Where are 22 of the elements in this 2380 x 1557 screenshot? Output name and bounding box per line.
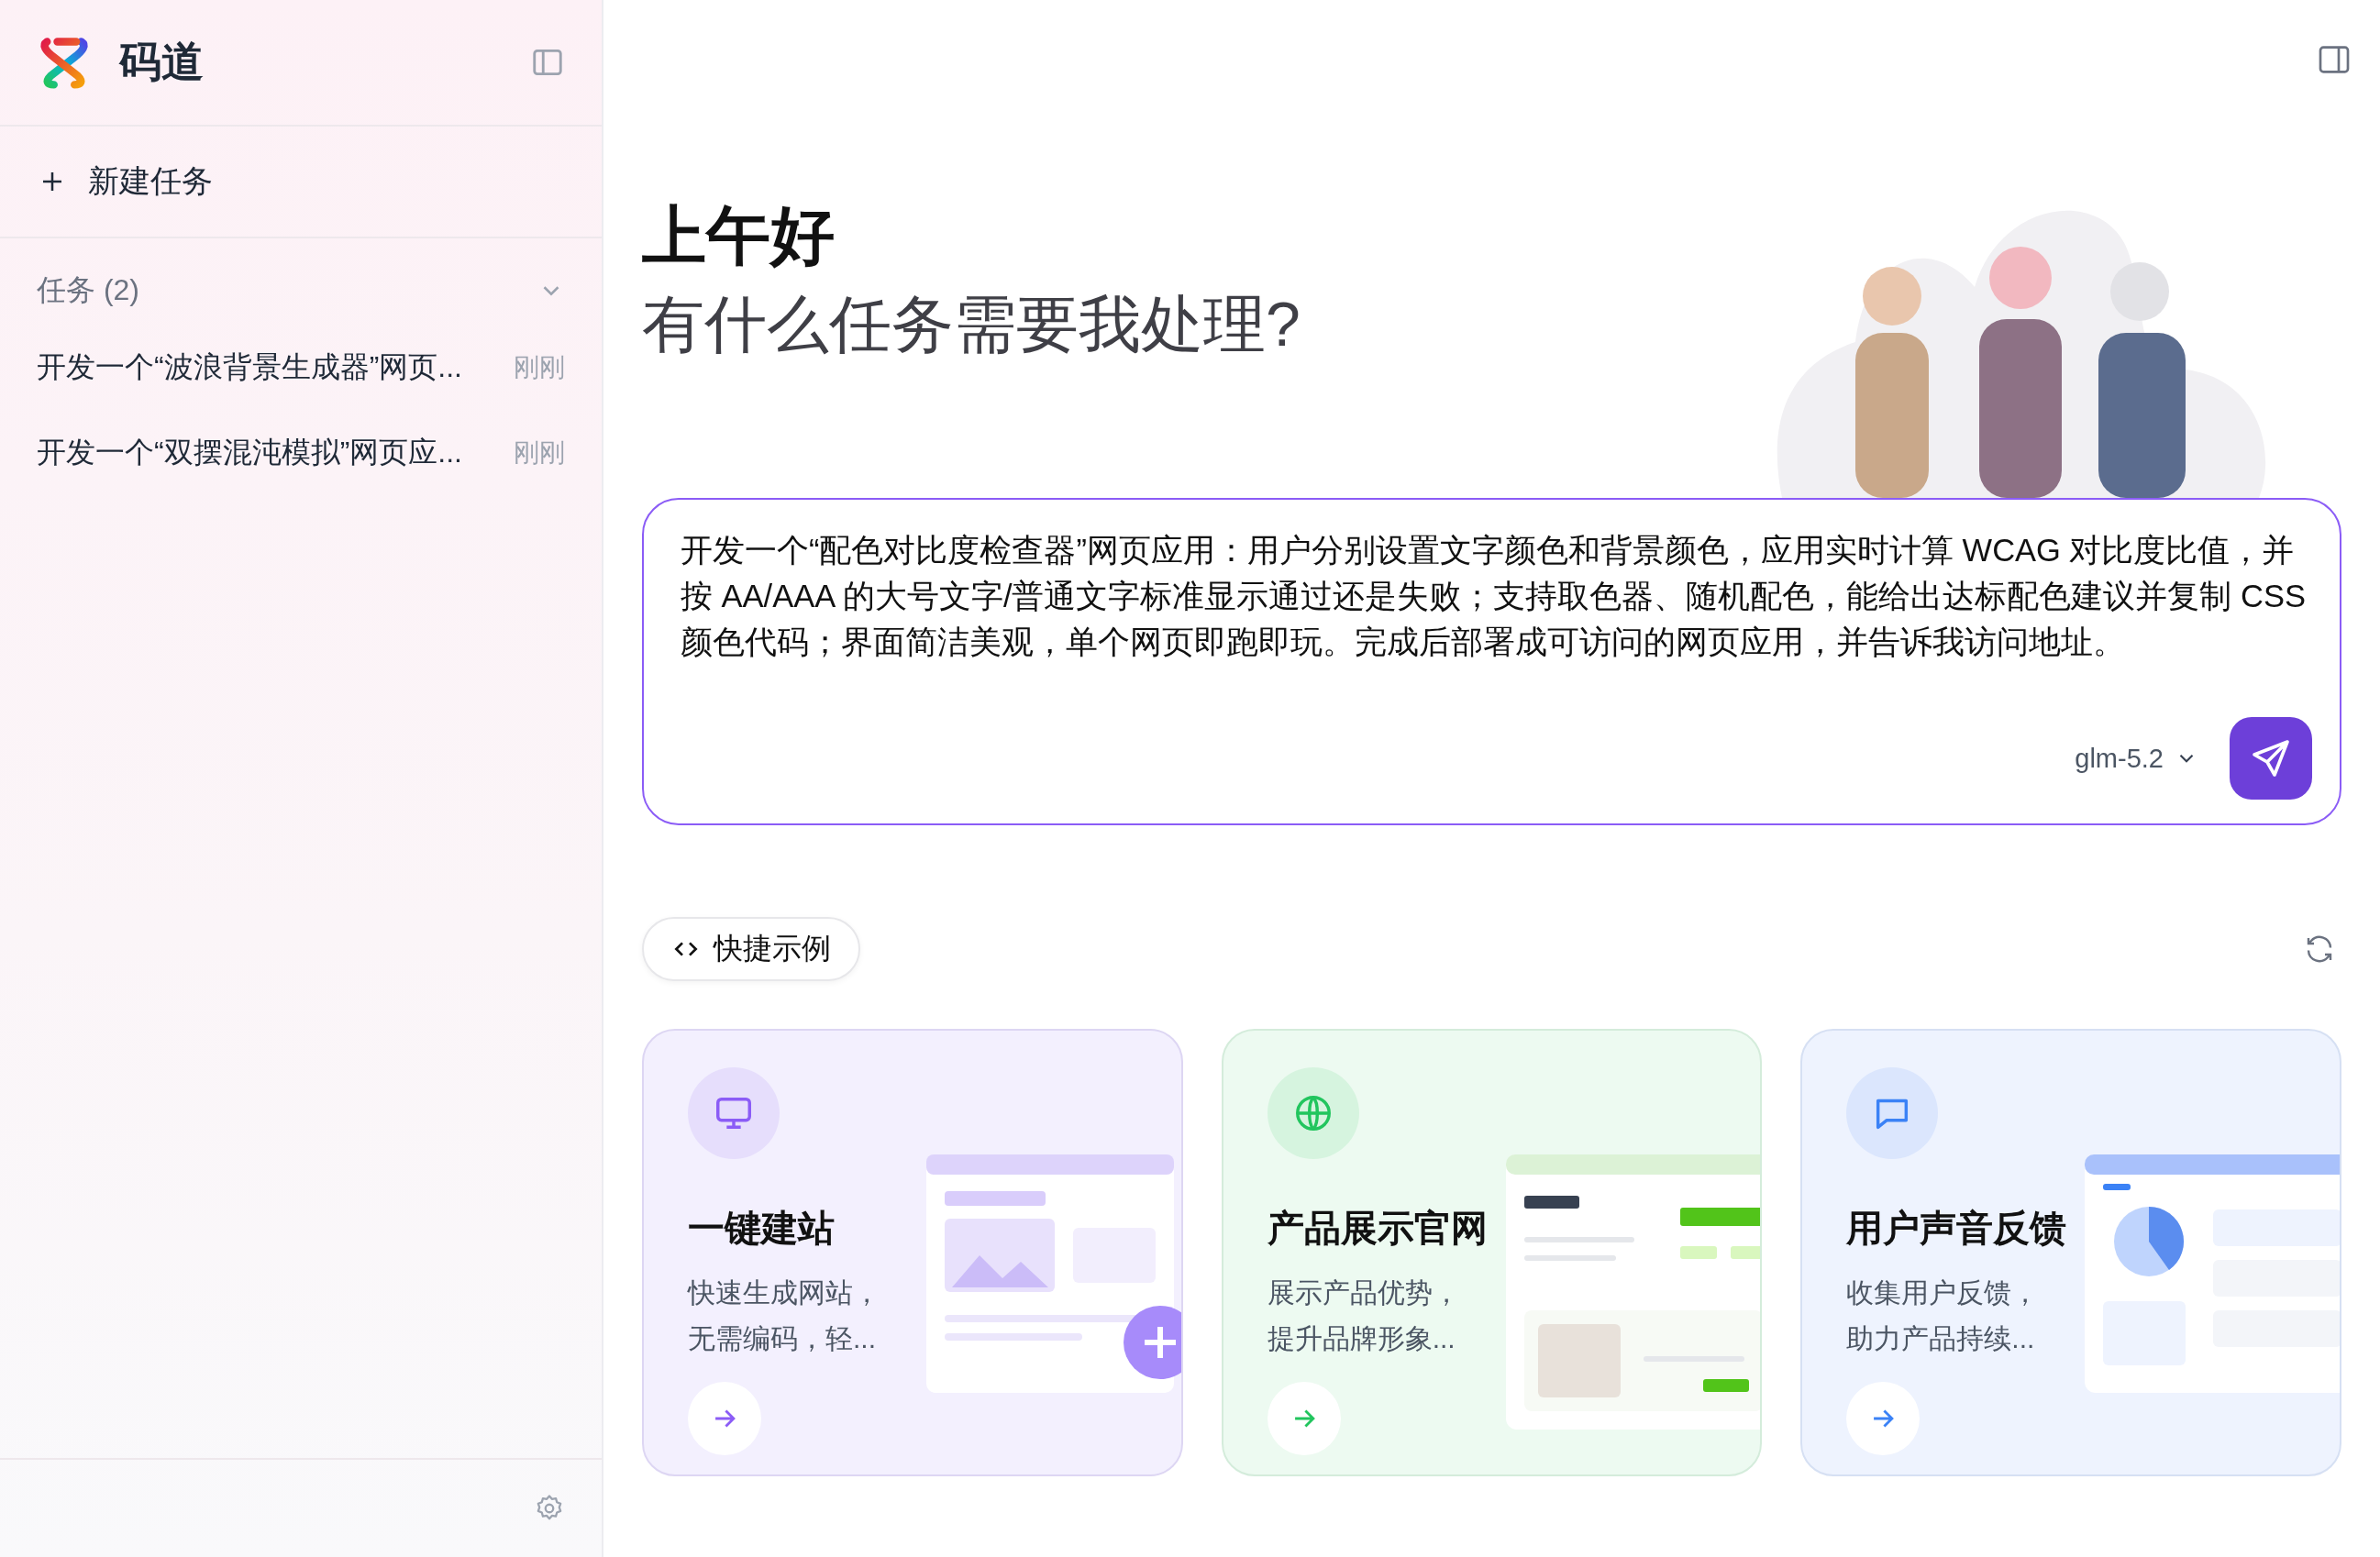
task-item[interactable]: 开发一个“波浪背景生成器”网页... [37,347,462,388]
example-card[interactable]: 一键建站 快速生成网站， 无需编码，轻... [642,1029,1183,1476]
task-time: 刚刚 [514,436,565,469]
card-title: 一键建站 [688,1207,836,1250]
card-title: 用户声音反馈 [1846,1207,2068,1250]
quick-examples-button[interactable]: 快捷示例 [642,917,860,981]
example-card[interactable]: 用户声音反馈 收集用户反馈， 助力产品持续... [1800,1029,2341,1476]
card-description: 展示产品优势， 提升品牌形象... [1267,1276,1461,1355]
send-button[interactable] [2230,717,2312,800]
tasks-section-header[interactable]: 任务 (2) [0,257,602,325]
subtitle: 有什么任务需要我处理? [642,288,1301,360]
card-description: 收集用户反馈， 助力产品持续... [1846,1276,2041,1355]
task-item[interactable]: 开发一个“双摆混沌模拟”网页应... [37,432,462,473]
card-description: 快速生成网站， 无需编码，轻... [688,1276,881,1355]
new-task-button[interactable]: 新建任务 [0,127,602,238]
example-card[interactable]: 产品展示官网 展示产品优势， 提升品牌形象... [1221,1029,1763,1476]
card-title: 产品展示官网 [1267,1207,1489,1250]
greeting: 上午好 [642,199,836,273]
brand-name: 码道 [119,37,204,87]
prompt-field[interactable]: 开发一个“配色对比度检查器”网页应用：用户分别设置文字颜色和背景颜色，应用实时计算 WCAG 对比度比值，并按 AA/AAA 的大号文字/普通文字标准显示通过还是失败；支持取色器、随机配色，能给出达标配色建议并复制 CSS 颜色代码；界面简洁美观，单个网页即跑即玩。完成后部署成可访问的网页应用，并告诉我访问地址。 glm-5.2 [642,498,2341,825]
task-time: 刚刚 [514,351,565,383]
model-select[interactable]: glm-5.2 [2069,742,2204,775]
